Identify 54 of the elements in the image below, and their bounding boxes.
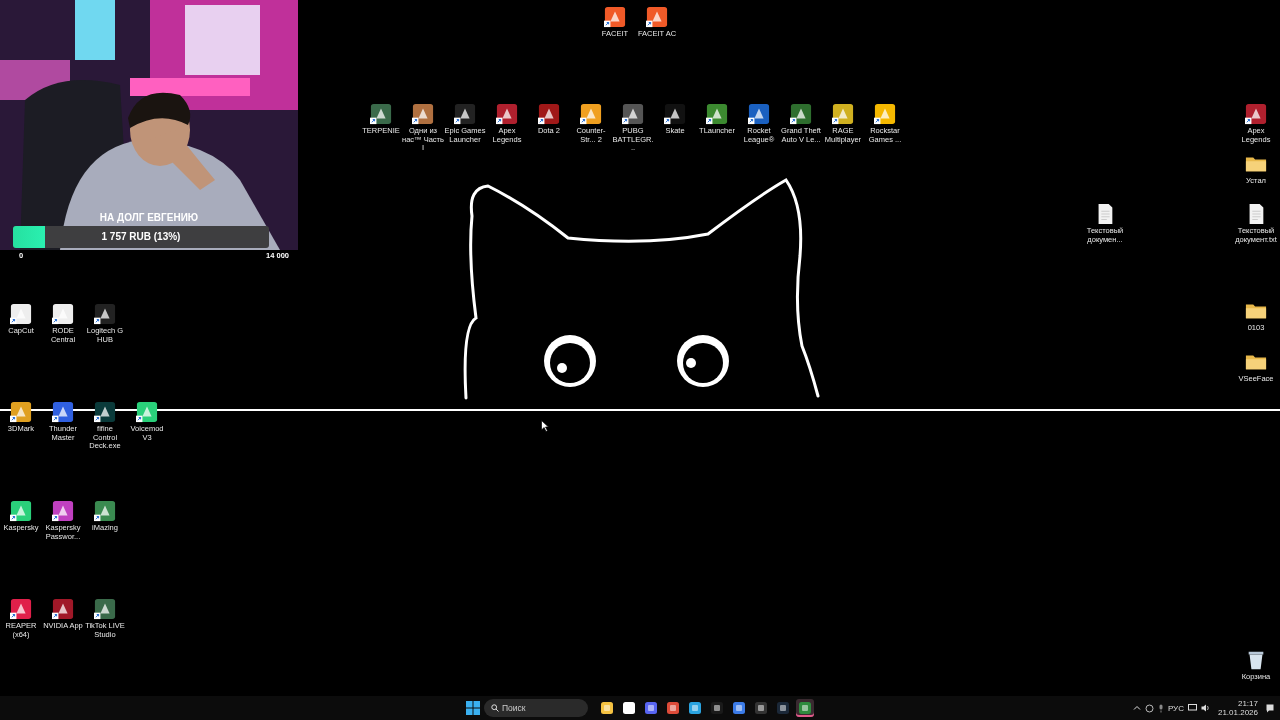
app-shortcut-icon[interactable] (706, 103, 728, 125)
app-shortcut-icon[interactable] (136, 401, 158, 423)
taskbar-app-icon[interactable] (686, 699, 704, 717)
app-shortcut-icon[interactable] (94, 303, 116, 325)
taskbar-app-icon[interactable] (774, 699, 792, 717)
app-shortcut-icon[interactable] (10, 401, 32, 423)
search-icon (491, 704, 499, 712)
taskbar-app-icon[interactable] (664, 699, 682, 717)
monitor-icon[interactable] (1187, 704, 1197, 712)
taskbar-app-icon[interactable] (598, 699, 616, 717)
app-shortcut-icon[interactable] (646, 6, 668, 28)
app-shortcut-icon[interactable] (748, 103, 770, 125)
language-indicator[interactable]: РУС (1167, 703, 1184, 713)
app-shortcut-icon[interactable] (10, 303, 32, 325)
app-shortcut-icon[interactable] (538, 103, 560, 125)
start-button-icon[interactable] (466, 701, 480, 715)
app-shortcut-icon[interactable] (622, 103, 644, 125)
goal-amount: 1 757 RUB (13%) (100, 231, 182, 242)
clock-time[interactable]: 21:17 (1237, 699, 1258, 708)
app-shortcut-icon[interactable] (94, 500, 116, 522)
app-shortcut-icon[interactable] (454, 103, 476, 125)
app-shortcut-icon[interactable] (874, 103, 896, 125)
app-shortcut-icon[interactable] (94, 401, 116, 423)
mouse-cursor-icon (541, 420, 549, 432)
app-shortcut-icon[interactable] (94, 598, 116, 620)
app-shortcut-icon[interactable] (1245, 103, 1267, 125)
speaker-icon[interactable] (1200, 704, 1210, 712)
search-field[interactable]: Поиск (484, 699, 588, 717)
app-shortcut-icon[interactable] (52, 598, 74, 620)
app-shortcut-icon[interactable] (496, 103, 518, 125)
app-shortcut-icon[interactable] (52, 500, 74, 522)
chevron-up-icon[interactable] (1132, 704, 1141, 712)
clock-date[interactable]: 21.01.2026 (1217, 708, 1258, 717)
notification-icon[interactable] (1266, 703, 1274, 713)
app-shortcut-icon[interactable] (580, 103, 602, 125)
app-shortcut-icon[interactable] (412, 103, 434, 125)
taskbar-app-icon[interactable] (642, 699, 660, 717)
app-shortcut-icon[interactable] (664, 103, 686, 125)
taskbar-app-icon[interactable] (752, 699, 770, 717)
taskbar-app-icon[interactable] (796, 699, 814, 717)
app-shortcut-icon[interactable] (10, 598, 32, 620)
network-icon[interactable] (1144, 703, 1154, 713)
app-shortcut-icon[interactable] (370, 103, 392, 125)
taskbar-app-icon[interactable] (708, 699, 726, 717)
app-shortcut-icon[interactable] (52, 401, 74, 423)
app-shortcut-icon[interactable] (790, 103, 812, 125)
app-shortcut-icon[interactable] (52, 303, 74, 325)
taskbar-app-icon[interactable] (730, 699, 748, 717)
microphone-icon[interactable] (1157, 703, 1164, 713)
taskbar-app-icon[interactable] (620, 699, 638, 717)
app-shortcut-icon[interactable] (10, 500, 32, 522)
app-shortcut-icon[interactable] (604, 6, 626, 28)
donation-goal-title: НА ДОЛГ ЕВГЕНИЮ (99, 212, 199, 223)
app-shortcut-icon[interactable] (832, 103, 854, 125)
